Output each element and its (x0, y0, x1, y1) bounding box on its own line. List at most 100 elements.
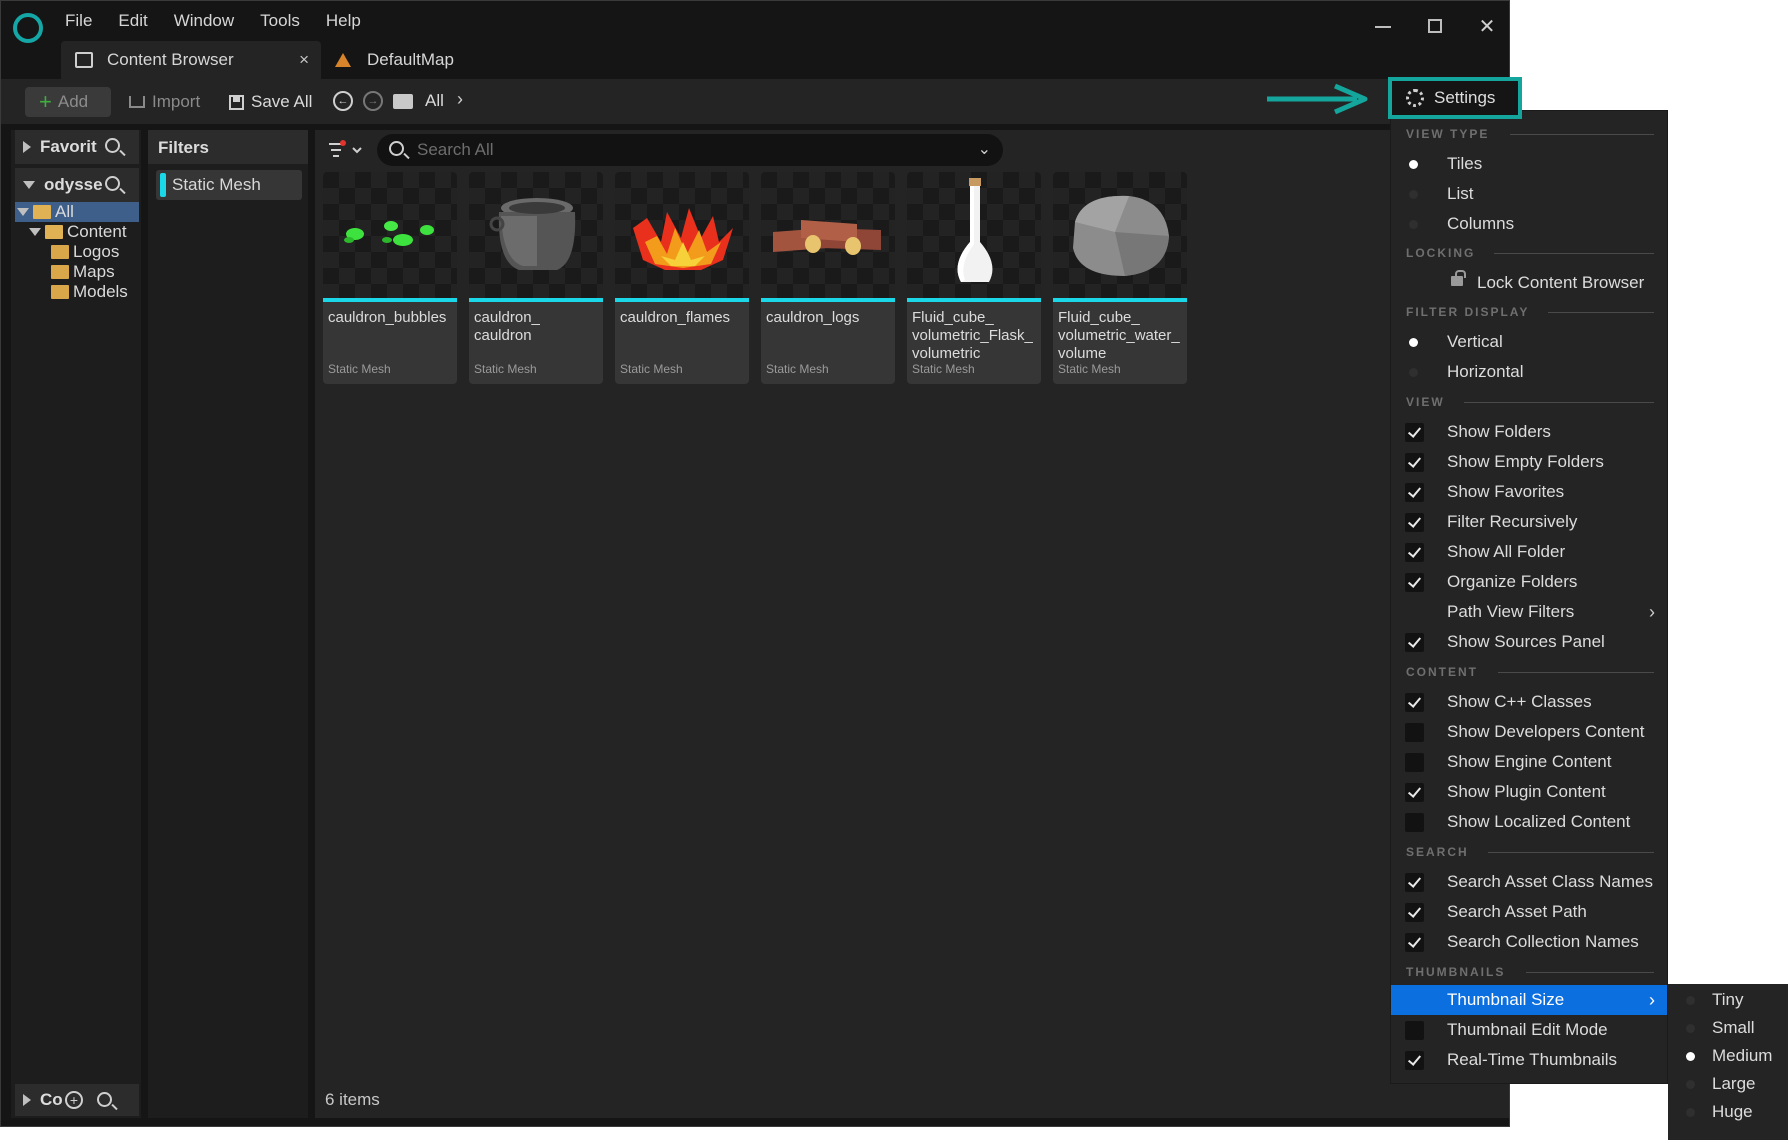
menu-item-filter-recursively[interactable]: Filter Recursively (1391, 507, 1667, 537)
tree-item-label: Maps (73, 262, 115, 281)
folder-icon (51, 245, 69, 259)
filters-panel: Filters Static Mesh (148, 130, 308, 1118)
chevron-down-icon[interactable]: ⌄ (978, 139, 991, 159)
menu-item-show-developers-content[interactable]: Show Developers Content (1391, 717, 1667, 747)
checkbox-checked-icon (1405, 513, 1424, 532)
menu-item-horizontal[interactable]: Horizontal (1391, 357, 1667, 387)
forward-arrow-icon[interactable]: → (363, 91, 383, 111)
asset-tile[interactable]: Fluid_cube_ volumetric_water_ volume Sta… (1053, 172, 1187, 384)
menu-bar: File Edit Window Tools Help (65, 11, 387, 31)
tab-default-map[interactable]: DefaultMap (321, 41, 481, 79)
menu-item-show-plugin-content[interactable]: Show Plugin Content (1391, 777, 1667, 807)
menu-window[interactable]: Window (174, 11, 260, 31)
submenu-item-small[interactable]: Small (1668, 1014, 1788, 1042)
chevron-right-icon: › (1649, 990, 1655, 1010)
import-icon (129, 96, 145, 108)
menu-item-search-asset-path[interactable]: Search Asset Path (1391, 897, 1667, 927)
filters-header: Filters (148, 130, 308, 164)
asset-tile[interactable]: cauldron_bubbles Static Mesh (323, 172, 457, 384)
submenu-item-medium[interactable]: Medium (1668, 1042, 1788, 1070)
collections-header[interactable]: Co + (15, 1084, 139, 1116)
save-all-button[interactable]: Save All (229, 87, 312, 117)
chevron-right-icon[interactable]: › (457, 89, 463, 110)
asset-type: Static Mesh (328, 362, 391, 376)
add-collection-icon[interactable]: + (65, 1091, 83, 1109)
cauldron-mesh-icon (489, 198, 576, 270)
project-header[interactable]: odysse (15, 168, 139, 202)
menu-item-tiles[interactable]: Tiles (1391, 149, 1667, 179)
tree-item-models[interactable]: Models (15, 282, 139, 302)
back-arrow-icon[interactable]: ← (333, 91, 353, 111)
tree-item-all[interactable]: All (15, 202, 139, 222)
menu-item-search-collection-names[interactable]: Search Collection Names (1391, 927, 1667, 957)
add-button[interactable]: + Add (25, 87, 111, 117)
submenu-item-large[interactable]: Large (1668, 1070, 1788, 1098)
menu-item-lock-content-browser[interactable]: Lock Content Browser (1391, 268, 1667, 298)
asset-thumbnail (615, 172, 749, 302)
breadcrumb-all[interactable]: All (425, 91, 444, 111)
asset-tile[interactable]: cauldron_flames Static Mesh (615, 172, 749, 384)
checkbox-icon (1405, 1021, 1424, 1040)
filter-funnel-icon[interactable] (329, 140, 367, 162)
menu-tools[interactable]: Tools (260, 11, 326, 31)
radio-icon (1686, 996, 1695, 1005)
asset-tiles: cauldron_bubbles Static Mesh cauldron_ c… (323, 172, 1187, 384)
menu-item-show-favorites[interactable]: Show Favorites (1391, 477, 1667, 507)
menu-item-show-all-folder[interactable]: Show All Folder (1391, 537, 1667, 567)
submenu-item-huge[interactable]: Huge (1668, 1098, 1788, 1126)
menu-help[interactable]: Help (326, 11, 387, 31)
asset-tile[interactable]: Fluid_cube_ volumetric_Flask_ volumetric… (907, 172, 1041, 384)
search-input[interactable]: Search All ⌄ (377, 134, 1003, 166)
menu-item-show-cpp-classes[interactable]: Show C++ Classes (1391, 687, 1667, 717)
search-icon[interactable] (105, 176, 120, 191)
section-content: CONTENT (1406, 665, 1654, 679)
tab-content-browser[interactable]: Content Browser × (61, 41, 321, 79)
tab-bar: Content Browser × DefaultMap (61, 41, 481, 79)
tree-item-content[interactable]: Content (15, 222, 139, 242)
plus-icon: + (39, 89, 52, 114)
menu-item-show-sources-panel[interactable]: Show Sources Panel (1391, 627, 1667, 657)
submenu-item-tiny[interactable]: Tiny (1668, 986, 1788, 1014)
tree-item-maps[interactable]: Maps (15, 262, 139, 282)
menu-item-real-time-thumbnails[interactable]: Real-Time Thumbnails (1391, 1045, 1667, 1075)
maximize-button[interactable] (1423, 13, 1447, 39)
settings-button[interactable]: Settings (1388, 77, 1522, 119)
settings-label: Settings (1434, 88, 1496, 107)
tab-close-button[interactable]: × (299, 50, 309, 70)
asset-thumbnail (1053, 172, 1187, 302)
section-locking: LOCKING (1406, 246, 1654, 260)
filter-chip-static-mesh[interactable]: Static Mesh (156, 170, 302, 200)
menu-item-vertical[interactable]: Vertical (1391, 327, 1667, 357)
search-icon[interactable] (97, 1092, 112, 1107)
menu-item-show-engine-content[interactable]: Show Engine Content (1391, 747, 1667, 777)
menu-item-search-asset-class-names[interactable]: Search Asset Class Names (1391, 867, 1667, 897)
menu-item-organize-folders[interactable]: Organize Folders (1391, 567, 1667, 597)
folder-icon (393, 94, 413, 109)
add-label: Add (57, 92, 89, 111)
menu-item-thumbnail-edit-mode[interactable]: Thumbnail Edit Mode (1391, 1015, 1667, 1045)
favorites-header[interactable]: Favorit (15, 130, 139, 164)
asset-tile[interactable]: cauldron_ cauldron Static Mesh (469, 172, 603, 384)
asset-tile[interactable]: cauldron_logs Static Mesh (761, 172, 895, 384)
menu-item-thumbnail-size[interactable]: Thumbnail Size › (1391, 985, 1667, 1015)
minimize-button[interactable] (1371, 13, 1395, 39)
section-thumbnails: THUMBNAILS (1406, 965, 1654, 979)
gear-icon (1406, 89, 1424, 107)
menu-edit[interactable]: Edit (118, 11, 173, 31)
menu-item-show-empty-folders[interactable]: Show Empty Folders (1391, 447, 1667, 477)
expand-arrow-icon (23, 1094, 31, 1106)
import-button[interactable]: Import (129, 87, 200, 117)
menu-item-list[interactable]: List (1391, 179, 1667, 209)
menu-item-show-localized-content[interactable]: Show Localized Content (1391, 807, 1667, 837)
menu-file[interactable]: File (65, 11, 118, 31)
checkbox-checked-icon (1405, 423, 1424, 442)
menu-item-show-folders[interactable]: Show Folders (1391, 417, 1667, 447)
search-icon[interactable] (105, 138, 120, 153)
asset-type: Static Mesh (1058, 362, 1121, 376)
collapse-arrow-icon (17, 208, 29, 216)
close-window-button[interactable]: ✕ (1475, 13, 1499, 39)
tree-item-label: All (55, 202, 74, 221)
menu-item-path-view-filters[interactable]: Path View Filters › (1391, 597, 1667, 627)
menu-item-columns[interactable]: Columns (1391, 209, 1667, 239)
tree-item-logos[interactable]: Logos (15, 242, 139, 262)
